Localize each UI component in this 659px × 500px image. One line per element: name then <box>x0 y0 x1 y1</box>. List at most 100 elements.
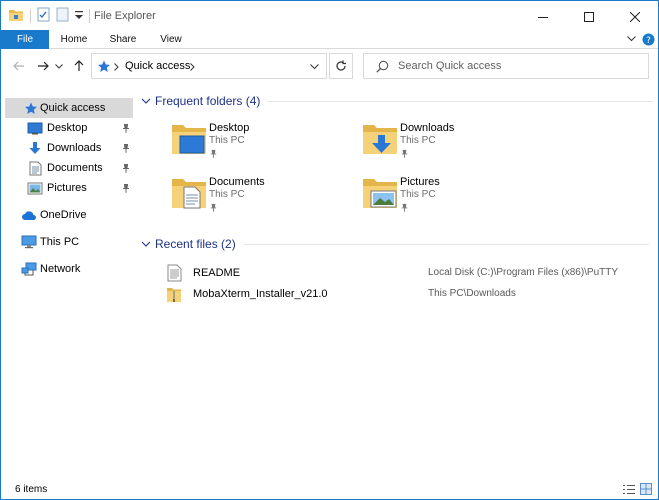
sidebar-item-label: This PC <box>40 236 80 248</box>
tab-file[interactable]: File <box>1 30 49 49</box>
recent-file-readme[interactable]: README Local Disk (C:)\Program Files (x8… <box>165 263 655 283</box>
arrow-right-icon <box>38 61 49 71</box>
sidebar-item-label: Documents <box>47 162 103 174</box>
toolbar-separator <box>30 9 31 23</box>
tab-home[interactable]: Home <box>51 30 97 49</box>
details-view-icon <box>623 484 635 494</box>
recent-locations-button[interactable] <box>53 56 65 76</box>
quick-access-toolbar <box>8 7 96 25</box>
folder-location: This PC <box>400 135 436 146</box>
sidebar-item-desktop[interactable]: Desktop <box>5 118 133 138</box>
sidebar-item-onedrive[interactable]: OneDrive <box>5 205 133 225</box>
documents-icon <box>27 160 43 176</box>
downloads-folder-icon <box>363 125 397 154</box>
chevron-down-icon <box>141 241 151 247</box>
search-box[interactable]: Search Quick access <box>363 53 649 79</box>
properties-icon[interactable] <box>37 7 50 25</box>
group-title: Recent files (2) <box>155 237 236 251</box>
folder-name: Documents <box>209 176 265 188</box>
pin-icon <box>123 144 129 153</box>
refresh-icon <box>336 60 346 71</box>
svg-text:?: ? <box>646 36 651 46</box>
chevron-down-icon <box>626 36 636 42</box>
download-icon <box>27 140 43 156</box>
tab-share[interactable]: Share <box>99 30 147 49</box>
folder-location: This PC <box>209 189 245 200</box>
minimize-icon <box>538 16 548 18</box>
computer-icon <box>21 234 37 250</box>
navigation-pane: Quick access Desktop Downloads Documents <box>1 89 135 477</box>
star-icon <box>23 100 39 116</box>
search-placeholder[interactable]: Search Quick access <box>398 60 501 72</box>
help-icon: ? <box>642 33 654 46</box>
pin-icon <box>210 149 217 158</box>
sidebar-item-this-pc[interactable]: This PC <box>5 232 133 252</box>
expand-ribbon-button[interactable] <box>624 32 638 46</box>
sidebar-item-label: OneDrive <box>40 209 87 221</box>
frequent-folders-header[interactable]: Frequent folders (4) <box>141 93 654 109</box>
file-name: MobaXterm_Installer_v21.0 <box>193 288 328 300</box>
folder-tile-pictures[interactable]: Pictures This PC <box>362 175 522 215</box>
title-bar: File Explorer <box>1 1 658 32</box>
text-file-icon <box>167 264 182 282</box>
file-explorer-window: File Explorer File Home Share View ? Qui… <box>0 0 659 500</box>
pictures-folder-icon <box>363 179 397 208</box>
folder-location: This PC <box>209 135 245 146</box>
folder-tile-documents[interactable]: Documents This PC <box>171 175 331 215</box>
customize-toolbar-icon[interactable] <box>75 10 83 23</box>
group-divider <box>268 100 654 102</box>
pin-icon <box>123 124 129 133</box>
network-icon <box>21 261 37 277</box>
folder-name: Desktop <box>209 122 250 134</box>
large-icons-view-button[interactable] <box>639 482 653 496</box>
pin-icon <box>210 203 217 212</box>
arrow-left-icon <box>13 61 24 71</box>
recent-files-header[interactable]: Recent files (2) <box>141 236 649 252</box>
chevron-down-icon <box>55 63 63 69</box>
sidebar-item-label: Desktop <box>47 122 88 134</box>
cloud-icon <box>21 207 37 223</box>
recent-file-mobaxterm[interactable]: MobaXterm_Installer_v21.0 This PC\Downlo… <box>165 284 655 304</box>
back-button[interactable] <box>9 56 29 76</box>
folder-name: Pictures <box>400 176 440 188</box>
status-bar: 6 items <box>1 479 658 499</box>
window-title: File Explorer <box>94 10 156 22</box>
sidebar-item-downloads[interactable]: Downloads <box>5 138 133 158</box>
chevron-down-icon <box>310 64 319 70</box>
navigation-bar: Quick access Search Quick access <box>1 51 658 83</box>
sidebar-item-network[interactable]: Network <box>5 259 133 279</box>
group-divider <box>243 243 649 245</box>
file-name: README <box>193 267 241 279</box>
close-icon <box>630 11 640 22</box>
tab-view[interactable]: View <box>149 30 193 49</box>
up-button[interactable] <box>69 56 89 76</box>
search-icon <box>376 60 389 73</box>
maximize-button[interactable] <box>566 1 612 32</box>
forward-button[interactable] <box>33 56 53 76</box>
pictures-icon <box>27 180 43 196</box>
sidebar-item-quick-access[interactable]: Quick access <box>5 98 133 118</box>
desktop-folder-icon <box>172 125 206 154</box>
refresh-button[interactable] <box>329 53 353 79</box>
star-icon <box>98 60 110 72</box>
folder-tile-desktop[interactable]: Desktop This PC <box>171 121 331 161</box>
address-path[interactable]: Quick access <box>125 60 190 72</box>
group-title: Frequent folders (4) <box>155 94 261 108</box>
sidebar-item-pictures[interactable]: Pictures <box>5 178 133 198</box>
zip-folder-icon <box>167 288 181 302</box>
arrow-up-icon <box>74 60 84 71</box>
chevron-right-icon <box>190 63 195 71</box>
ribbon-tabs: File Home Share View ? <box>1 30 658 49</box>
pin-icon <box>401 149 408 158</box>
sidebar-item-documents[interactable]: Documents <box>5 158 133 178</box>
minimize-button[interactable] <box>520 1 566 32</box>
help-button[interactable]: ? <box>641 32 655 46</box>
folder-tile-downloads[interactable]: Downloads This PC <box>362 121 522 161</box>
folder-name: Downloads <box>400 122 455 134</box>
new-folder-icon[interactable] <box>56 7 69 25</box>
details-view-button[interactable] <box>622 482 636 496</box>
address-bar[interactable]: Quick access <box>91 53 327 79</box>
large-icons-view-icon <box>640 483 652 495</box>
chevron-right-icon <box>114 63 119 71</box>
close-button[interactable] <box>612 1 658 32</box>
